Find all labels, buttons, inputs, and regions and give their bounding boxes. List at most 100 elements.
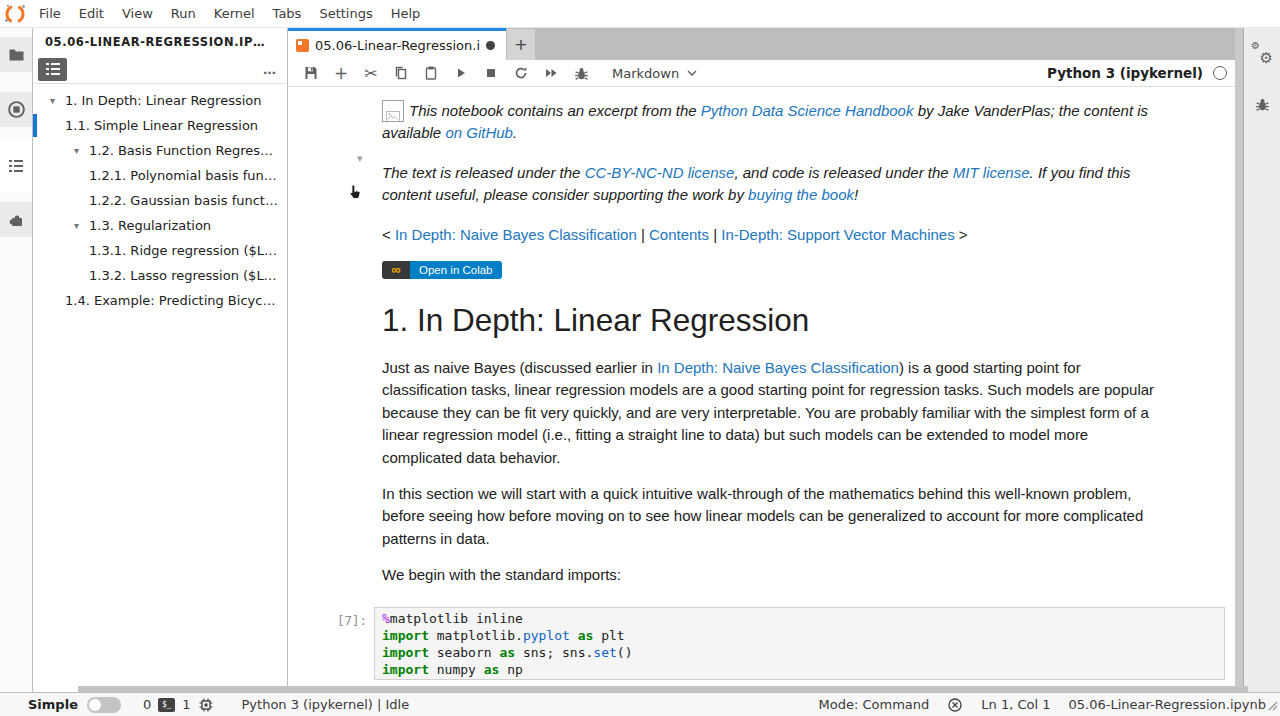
menu-settings[interactable]: Settings xyxy=(310,6,381,21)
broken-image-icon xyxy=(382,100,404,122)
markdown-cell-excerpt: This notebook contains an excerpt from t… xyxy=(382,100,1162,145)
toc-view-button[interactable] xyxy=(38,58,67,81)
kernel-chip-icon xyxy=(198,697,214,713)
restart-run-all-button[interactable] xyxy=(536,60,566,86)
save-button[interactable] xyxy=(296,60,326,86)
md-link[interactable]: Python Data Science Handbook xyxy=(701,102,914,119)
debugger-tab-icon[interactable] xyxy=(1254,96,1271,117)
toc-item[interactable]: 1.2.2. Gaussian basis funct… xyxy=(33,188,287,213)
kernel-name[interactable]: Python 3 (ipykernel) xyxy=(1047,65,1203,81)
main-shell: 05.06-LINEAR-REGRESSION.IP… … ▾1. In Dep… xyxy=(0,28,1280,692)
toc-label: 1.3.1. Ridge regression ($L… xyxy=(89,243,277,258)
md-link[interactable]: CC-BY-NC-ND license xyxy=(585,164,735,181)
paste-cells-button[interactable] xyxy=(416,60,446,86)
sidebar-tab-running[interactable] xyxy=(0,83,32,138)
mouse-cursor xyxy=(348,184,363,206)
text-segment: Just as naive Bayes (discussed earlier i… xyxy=(382,359,657,376)
menu-help[interactable]: Help xyxy=(382,6,430,21)
cursor-position[interactable]: Ln 1, Col 1 xyxy=(981,697,1050,712)
toc-panel-toolbar: … xyxy=(33,55,287,84)
toc-item[interactable]: 1.3.2. Lasso regression ($L… xyxy=(33,263,287,288)
toc-item[interactable]: ▾1.2. Basis Function Regres… xyxy=(33,138,287,163)
toc-item[interactable]: 1.4. Example: Predicting Bicyc… xyxy=(33,288,287,313)
text-segment: < xyxy=(382,226,395,243)
menu-edit[interactable]: Edit xyxy=(70,6,113,21)
markdown-paragraph-2: In this section we will start with a qui… xyxy=(382,483,1162,550)
text-segment: | xyxy=(637,226,649,243)
section-heading: 1. In Depth: Linear Regression xyxy=(382,303,1162,337)
menu-kernel[interactable]: Kernel xyxy=(205,6,264,21)
toc-more-button[interactable]: … xyxy=(263,62,277,77)
simple-mode-toggle[interactable] xyxy=(87,697,121,713)
resize-grip[interactable] xyxy=(1266,699,1278,714)
execution-count: [7]: xyxy=(337,610,367,632)
collapse-icon[interactable]: ▾ xyxy=(74,145,89,156)
property-inspector-icon[interactable]: ⚙⚙ xyxy=(1252,44,1272,64)
notebook-content: ▾ This notebook contains an excerpt from… xyxy=(288,87,1235,692)
md-link[interactable]: buying the book xyxy=(748,186,854,203)
dock-tab-bar: 05.06-Linear-Regression.i + xyxy=(288,28,1235,60)
toc-item[interactable]: 1.1. Simple Linear Regression xyxy=(33,113,287,138)
jupyter-logo-icon xyxy=(0,3,30,25)
notebook-tab[interactable]: 05.06-Linear-Regression.i xyxy=(288,28,506,60)
kernels-count: 1 xyxy=(182,697,190,712)
toc-panel-title: 05.06-LINEAR-REGRESSION.IP… xyxy=(33,28,287,55)
md-link[interactable]: on GitHub xyxy=(445,124,513,141)
unsaved-changes-icon[interactable] xyxy=(486,41,495,50)
code-editor[interactable]: %matplotlib inlineimport matplotlib.pypl… xyxy=(374,607,1225,680)
run-cell-button[interactable] xyxy=(446,60,476,86)
cell-type-select[interactable]: Markdown xyxy=(612,66,697,81)
toc-icon xyxy=(8,159,24,173)
menu-bar: FileEditViewRunKernelTabsSettingsHelp xyxy=(0,0,1280,28)
cell-collapser-icon[interactable]: ▾ xyxy=(357,152,363,165)
menu-run[interactable]: Run xyxy=(162,6,205,21)
md-link[interactable]: In Depth: Naive Bayes Classification xyxy=(395,226,637,243)
text-segment: The text is released under the xyxy=(382,164,585,181)
md-link[interactable]: MIT license xyxy=(953,164,1030,181)
toc-item[interactable]: ▾1.3. Regularization xyxy=(33,213,287,238)
activity-bar xyxy=(0,28,33,692)
panel-splitter[interactable] xyxy=(1235,28,1244,692)
menu-view[interactable]: View xyxy=(113,6,162,21)
command-mode-indicator[interactable]: Mode: Command xyxy=(819,697,930,712)
text-segment: We begin with the standard imports: xyxy=(382,566,621,583)
copy-cells-button[interactable] xyxy=(386,60,416,86)
md-link[interactable]: In-Depth: Support Vector Machines xyxy=(721,226,954,243)
text-segment: , and code is released under the xyxy=(734,164,952,181)
open-in-colab-badge[interactable]: ∞ Open in Colab xyxy=(382,261,502,279)
code-cell[interactable]: [7]: %matplotlib inlineimport matplotlib… xyxy=(382,607,1162,680)
sidebar-tab-toc[interactable] xyxy=(0,138,32,193)
md-link[interactable]: Contents xyxy=(649,226,709,243)
menu-tabs[interactable]: Tabs xyxy=(264,6,311,21)
notebook-toolbar: + ✂ Markdown Python 3 (ipykernel) xyxy=(288,60,1235,87)
text-segment: This notebook contains an excerpt from t… xyxy=(409,102,701,119)
kernel-status-text[interactable]: Python 3 (ipykernel) | Idle xyxy=(242,697,410,712)
menu-items: FileEditViewRunKernelTabsSettingsHelp xyxy=(30,0,429,27)
colab-badge-label: Open in Colab xyxy=(410,261,502,279)
cut-cells-button[interactable]: ✂ xyxy=(356,60,386,86)
main-dock-panel: 05.06-Linear-Regression.i + + ✂ Markdown… xyxy=(288,28,1235,692)
md-link[interactable]: In Depth: Naive Bayes Classification xyxy=(657,359,899,376)
collapse-icon[interactable]: ▾ xyxy=(50,95,65,106)
sidebar-tab-extensions[interactable] xyxy=(0,193,32,248)
sidebar-tab-files[interactable] xyxy=(0,28,32,83)
right-sidebar: ⚙⚙ xyxy=(1244,28,1280,692)
text-segment: ! xyxy=(854,186,858,203)
add-cell-button[interactable]: + xyxy=(326,60,356,86)
toc-item[interactable]: 1.3.1. Ridge regression ($L… xyxy=(33,238,287,263)
colab-logo-icon: ∞ xyxy=(382,261,410,279)
markdown-paragraph-1: Just as naive Bayes (discussed earlier i… xyxy=(382,357,1162,469)
interrupt-kernel-button[interactable] xyxy=(476,60,506,86)
new-tab-button[interactable]: + xyxy=(507,29,535,60)
toc-label: 1.4. Example: Predicting Bicyc… xyxy=(65,293,275,308)
menu-file[interactable]: File xyxy=(30,6,70,21)
toc-item[interactable]: ▾1. In Depth: Linear Regression xyxy=(33,88,287,113)
cell-type-value: Markdown xyxy=(612,66,679,81)
kernel-status-icon[interactable] xyxy=(1213,66,1227,80)
debugger-button[interactable] xyxy=(566,60,596,86)
toc-item[interactable]: 1.2.1. Polynomial basis fun… xyxy=(33,163,287,188)
markdown-paragraph-3: We begin with the standard imports: xyxy=(382,564,1162,586)
collapse-icon[interactable]: ▾ xyxy=(74,220,89,231)
restart-kernel-button[interactable] xyxy=(506,60,536,86)
notebook-file-icon xyxy=(296,39,309,52)
